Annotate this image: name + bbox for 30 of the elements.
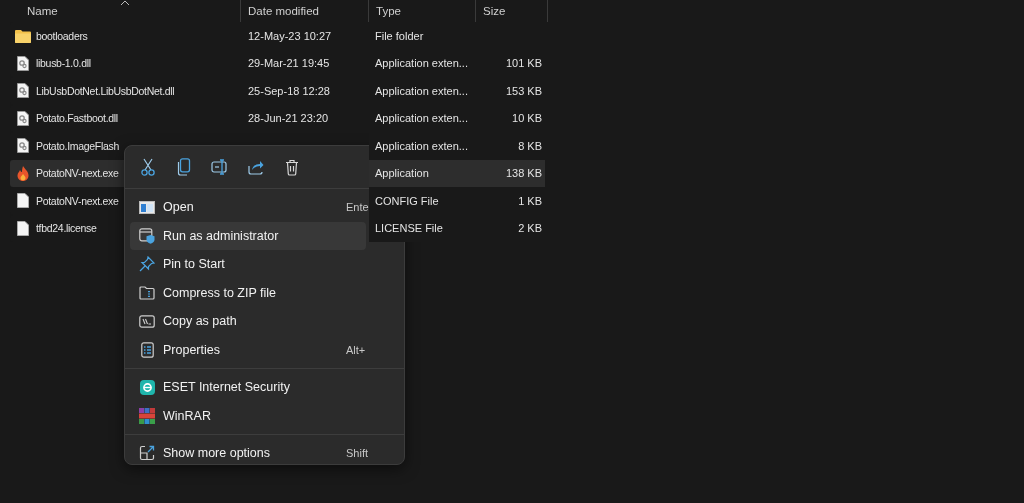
file-name: libusb-1.0.dll	[36, 57, 91, 70]
file-name: Potato.Fastboot.dll	[36, 112, 118, 125]
date-modified: 25-Sep-18 12:28	[248, 84, 330, 97]
file-name: PotatoNV-next.exe	[36, 194, 119, 207]
file-name: bootloaders	[36, 29, 88, 42]
date-modified: 12-May-23 10:27	[248, 29, 332, 42]
file-type: Application exten...	[375, 84, 468, 97]
file-size: 8 KB	[518, 139, 542, 152]
file-type: Application	[375, 167, 429, 180]
file-name: LibUsbDotNet.LibUsbDotNet.dll	[36, 84, 175, 97]
file-type: Application exten...	[375, 112, 468, 125]
file-size: 2 KB	[518, 222, 542, 235]
file-name: tfbd24.license	[36, 222, 97, 235]
file-name: PotatoNV-next.exe	[36, 167, 119, 180]
file-type: LICENSE File	[375, 222, 443, 235]
file-type: File folder	[375, 29, 424, 42]
shortcut-hint: Ente	[346, 201, 369, 214]
shortcut-hint: Shift	[346, 447, 368, 460]
file-size: 10 KB	[512, 112, 542, 125]
file-name: Potato.ImageFlash	[36, 139, 120, 152]
file-size: 1 KB	[518, 194, 542, 207]
file-size: 138 KB	[505, 167, 542, 180]
file-type: CONFIG File	[375, 194, 439, 207]
date-modified: 29-Mar-21 19:45	[248, 57, 330, 70]
date-modified: 28-Jun-21 23:20	[248, 112, 329, 125]
file-type: Application exten...	[375, 57, 468, 70]
shortcut-hint: Alt+	[346, 343, 366, 356]
file-type: Application exten...	[375, 139, 468, 152]
file-size: 101 KB	[505, 57, 542, 70]
file-size: 153 KB	[505, 84, 542, 97]
